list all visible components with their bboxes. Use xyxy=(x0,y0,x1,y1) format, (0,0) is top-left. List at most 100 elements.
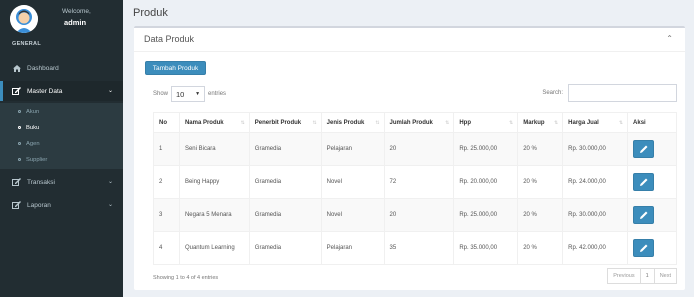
circle-icon xyxy=(18,142,21,145)
cell-penerbit: Gramedia xyxy=(248,231,322,265)
cell-harga-jual: Rp. 30.000,00 xyxy=(562,198,629,232)
column-header-no[interactable]: No xyxy=(153,112,180,133)
cell-markup: 20 % xyxy=(517,132,564,166)
cell-nama-produk: Negara 5 Menara xyxy=(178,198,250,232)
box-title: Data Produk xyxy=(144,34,195,44)
table-header-row: No Nama Produk ⇅ Penerbit Produk ⇅ Jenis P… xyxy=(153,112,677,133)
circle-icon xyxy=(18,158,21,161)
edit-icon xyxy=(12,87,21,95)
cell-jenis: Novel xyxy=(320,198,385,232)
search-label: Search: xyxy=(542,90,563,96)
submenu-item-supplier[interactable]: Supplier xyxy=(0,153,123,166)
submenu-item-agen[interactable]: Agen xyxy=(0,137,123,150)
submenu-item-buku[interactable]: Buku xyxy=(0,121,123,134)
collapse-button[interactable]: ⌃ xyxy=(666,34,673,43)
edit-button[interactable] xyxy=(633,206,655,224)
cell-markup: 20 % xyxy=(517,231,564,265)
entries-value: 10 xyxy=(176,89,185,99)
cell-hpp: Rp. 25.000,00 xyxy=(453,132,519,166)
page-title: Produk xyxy=(133,7,168,19)
submenu-item-label: Agen xyxy=(26,140,40,147)
cell-markup: 20 % xyxy=(517,198,564,232)
table-row: 4 Quantum Learning Gramedia Pelajaran 35… xyxy=(153,231,677,265)
table-row: 2 Being Happy Gramedia Novel 72 Rp. 20.0… xyxy=(153,165,677,199)
sidebar-item-transaksi[interactable]: Transaksi ⌄ xyxy=(0,172,123,192)
table-row: 3 Negara 5 Menara Gramedia Novel 20 Rp. … xyxy=(153,198,677,232)
pencil-icon xyxy=(639,244,648,252)
cell-markup: 20 % xyxy=(517,165,564,199)
table-info: Showing 1 to 4 of 4 entries xyxy=(153,275,219,281)
column-header-nama-produk[interactable]: Nama Produk ⇅ xyxy=(178,112,250,133)
column-header-jenis-produk[interactable]: Jenis Produk ⇅ xyxy=(320,112,385,133)
menu-section-header: GENERAL xyxy=(12,41,41,47)
cell-jenis: Novel xyxy=(320,165,385,199)
edit-icon xyxy=(12,201,21,209)
user-panel: Welcome, admin xyxy=(0,0,123,40)
chevron-down-icon: ▼ xyxy=(195,91,201,97)
column-header-jumlah-produk[interactable]: Jumlah Produk ⇅ xyxy=(383,112,455,133)
sort-icon: ⇅ xyxy=(375,120,380,126)
submenu-item-label: Akun xyxy=(26,108,40,115)
chevron-down-icon: ⌄ xyxy=(107,88,113,94)
cell-aksi xyxy=(627,132,677,166)
chevron-up-icon: ⌃ xyxy=(666,34,673,43)
edit-button[interactable] xyxy=(633,173,655,191)
sort-icon: ⇅ xyxy=(553,120,559,126)
products-table: No Nama Produk ⇅ Penerbit Produk ⇅ Jenis P… xyxy=(153,112,677,265)
cell-harga-jual: Rp. 30.000,00 xyxy=(562,132,629,166)
welcome-text: Welcome, xyxy=(62,8,91,15)
cell-no: 1 xyxy=(153,132,180,166)
cell-penerbit: Gramedia xyxy=(248,198,322,232)
sidebar-item-label: Laporan xyxy=(27,201,51,209)
cell-aksi xyxy=(627,165,677,199)
cell-penerbit: Gramedia xyxy=(248,165,322,199)
sort-icon: ⇅ xyxy=(445,120,450,126)
cell-jumlah: 72 xyxy=(383,165,455,199)
cell-penerbit: Gramedia xyxy=(248,132,322,166)
cell-jenis: Pelajaran xyxy=(320,231,385,265)
pencil-icon xyxy=(639,145,648,153)
cell-harga-jual: Rp. 24.000,00 xyxy=(562,165,629,199)
pagination-next[interactable]: Next xyxy=(653,268,677,284)
cell-harga-jual: Rp. 42.000,00 xyxy=(562,231,629,265)
cell-nama-produk: Seni Bicara xyxy=(178,132,250,166)
pagination: Previous 1 Next xyxy=(607,268,677,284)
sort-icon: ⇅ xyxy=(240,120,245,126)
cell-hpp: Rp. 20.000,00 xyxy=(453,165,519,199)
cell-jumlah: 35 xyxy=(383,231,455,265)
cell-no: 2 xyxy=(153,165,180,199)
column-header-harga-jual[interactable]: Harga Jual ⇅ xyxy=(562,112,629,133)
entries-select[interactable]: 10 ▼ xyxy=(171,86,206,102)
submenu-item-label: Supplier xyxy=(26,156,48,163)
pagination-previous[interactable]: Previous xyxy=(607,268,641,284)
edit-button[interactable] xyxy=(633,239,655,257)
home-icon xyxy=(12,64,21,72)
cell-nama-produk: Quantum Learning xyxy=(178,231,250,265)
cell-hpp: Rp. 35.000,00 xyxy=(453,231,519,265)
sidebar-item-label: Dashboard xyxy=(27,64,59,72)
pencil-icon xyxy=(639,211,648,219)
sort-icon: ⇅ xyxy=(618,120,624,126)
column-header-penerbit-produk[interactable]: Penerbit Produk ⇅ xyxy=(248,112,322,133)
username: admin xyxy=(64,18,87,27)
column-header-aksi: Aksi xyxy=(627,112,677,133)
add-product-button[interactable]: Tambah Produk xyxy=(145,61,206,75)
main-content: Produk Data Produk ⌃ Tambah Produk Show … xyxy=(123,0,694,297)
search-input[interactable] xyxy=(568,84,677,102)
entries-length-control: Show 10 ▼ entries xyxy=(153,86,226,102)
pencil-icon xyxy=(639,178,648,186)
sidebar-item-dashboard[interactable]: Dashboard xyxy=(0,58,123,78)
pagination-page-1[interactable]: 1 xyxy=(639,268,655,284)
column-header-markup[interactable]: Markup ⇅ xyxy=(517,112,564,133)
cell-jenis: Pelajaran xyxy=(320,132,385,166)
cell-aksi xyxy=(627,231,677,265)
sidebar-item-label: Transaksi xyxy=(27,178,55,186)
data-box: Data Produk ⌃ Tambah Produk Show 10 ▼ en… xyxy=(134,26,685,290)
submenu-item-akun[interactable]: Akun xyxy=(0,105,123,118)
edit-icon xyxy=(12,178,21,186)
cell-jumlah: 20 xyxy=(383,132,455,166)
sidebar-item-master-data[interactable]: Master Data ⌄ xyxy=(0,81,123,101)
edit-button[interactable] xyxy=(633,140,655,158)
column-header-hpp[interactable]: Hpp ⇅ xyxy=(453,112,519,133)
sidebar-item-laporan[interactable]: Laporan ⌄ xyxy=(0,195,123,215)
